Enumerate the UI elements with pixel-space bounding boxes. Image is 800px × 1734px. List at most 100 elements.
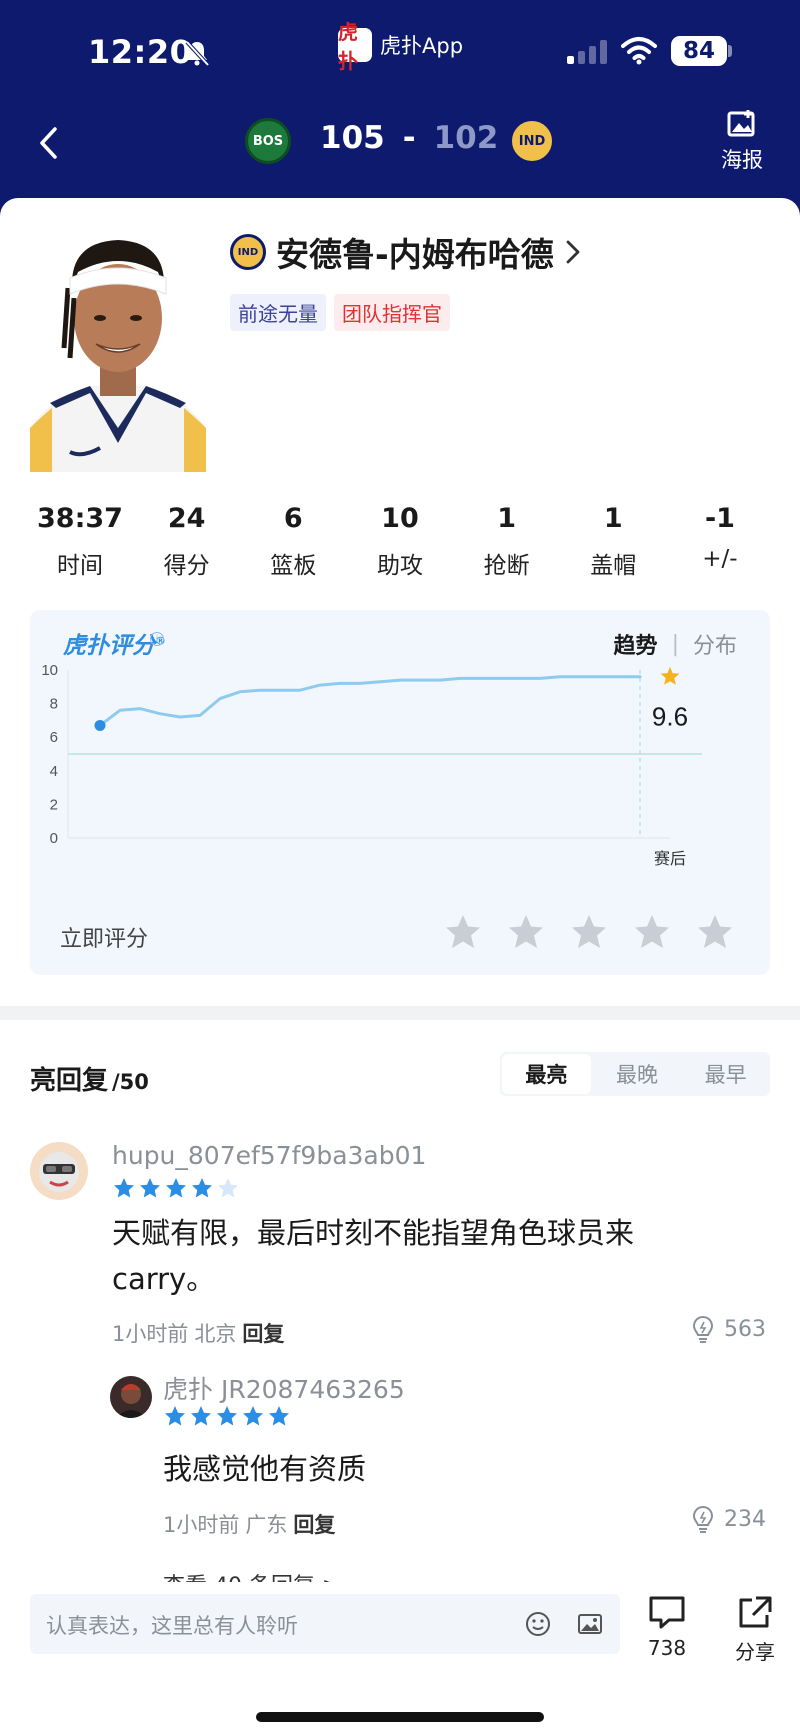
comment-meta: 1小时前 广东 回复: [163, 1509, 335, 1539]
avatar[interactable]: [30, 1142, 88, 1200]
chevron-left-icon: [40, 127, 57, 159]
stat-plus-minus: -1 +/-: [670, 503, 770, 580]
rate-star-icon[interactable]: [444, 913, 482, 951]
emoji-icon[interactable]: [524, 1610, 552, 1638]
comment-location: 广东: [245, 1513, 288, 1537]
stat-value: 1: [497, 503, 517, 534]
stat-label: 篮板: [270, 553, 317, 579]
comments-button[interactable]: 738: [640, 1594, 694, 1660]
light-count: 563: [724, 1316, 766, 1342]
highlighted-replies-header: 亮回复 /50: [30, 1060, 149, 1097]
comment-count: 738: [647, 1636, 687, 1660]
comment-text-line: carry。: [112, 1262, 216, 1296]
rating-series-line: [98, 675, 642, 727]
stat-value: 6: [283, 503, 303, 534]
final-rating-star: [660, 666, 680, 685]
avatar[interactable]: [110, 1376, 152, 1418]
stat-minutes: 38:37 时间: [30, 503, 130, 580]
star-icon: [191, 1406, 211, 1426]
star-icon: [114, 1178, 134, 1198]
rate-star-icon[interactable]: [696, 913, 734, 951]
home-indicator: [256, 1712, 544, 1722]
tab-distribution[interactable]: 分布: [693, 628, 737, 660]
app-indicator: 虎扑 虎扑App: [338, 20, 464, 73]
star-icon: [140, 1178, 160, 1198]
rate-star-icon[interactable]: [570, 913, 608, 951]
battery-tip: [728, 45, 732, 57]
comment-meta: 1小时前 北京 回复: [112, 1318, 284, 1348]
comment-bubble-icon: [649, 1596, 685, 1629]
game-header: 12:20 虎扑 虎扑App 84 BOS 105 - 102 IND 海报: [0, 0, 800, 230]
reply-button[interactable]: 回复: [242, 1318, 284, 1348]
y-tick-label: 0: [50, 830, 58, 847]
y-tick-label: 2: [50, 796, 58, 813]
poster-button[interactable]: 海报: [714, 108, 770, 174]
bottom-bar: 认真表达，这里总有人聆听 738 分享: [0, 1584, 800, 1732]
share-label: 分享: [735, 1640, 775, 1664]
stat-blocks: 1 盖帽: [563, 503, 663, 580]
stat-label: 得分: [163, 553, 210, 579]
sort-tab-earliest[interactable]: 最早: [681, 1052, 770, 1096]
poster-label: 海报: [721, 148, 763, 172]
home-team-logo[interactable]: BOS: [245, 118, 291, 164]
poster-image-icon: [727, 110, 755, 137]
stat-value: 38:37: [37, 503, 123, 534]
rating-logo-text: 虎扑评分: [63, 633, 155, 659]
stat-label: +/-: [702, 546, 738, 572]
replies-title: 亮回复: [30, 1066, 109, 1096]
rate-star-icon[interactable]: [633, 913, 671, 951]
info-icon[interactable]: i: [150, 632, 164, 646]
rate-star-icon[interactable]: [507, 913, 545, 951]
stat-label: 助攻: [376, 553, 423, 579]
reply-sort-tabs: 最亮 最晚 最早: [500, 1052, 770, 1096]
comment-rating-stars: [112, 1176, 240, 1200]
view-more-replies-link[interactable]: 查看 40 条回复 >: [163, 1568, 340, 1582]
comment-time: 1小时前: [163, 1513, 240, 1537]
comment-time: 1小时前: [112, 1322, 189, 1346]
stat-label: 抢断: [483, 553, 530, 579]
light-button[interactable]: 234: [690, 1504, 766, 1534]
final-rating-value: 9.6: [652, 702, 688, 732]
replies-count: /50: [112, 1070, 149, 1094]
home-score: 105: [320, 120, 385, 156]
rate-now-label: 立即评分: [60, 927, 149, 952]
tab-trend[interactable]: 趋势: [614, 628, 658, 660]
image-icon[interactable]: [576, 1610, 604, 1638]
back-button[interactable]: [28, 118, 68, 168]
rate-stars: [444, 913, 734, 951]
comment-text-line: 天赋有限，最后时刻不能指望角色球员来: [112, 1216, 635, 1250]
cellular-signal-icon: [567, 40, 607, 64]
away-team-logo[interactable]: IND: [509, 118, 555, 164]
app-name: 虎扑App: [380, 34, 464, 58]
player-name-link[interactable]: IND 安德鲁-内姆布哈德: [230, 228, 582, 276]
star-icon: [218, 1178, 238, 1198]
hupu-logo-icon: 虎扑: [338, 20, 372, 73]
y-tick-label: 4: [50, 763, 58, 780]
scoreboard: 105 - 102: [320, 120, 498, 156]
comment-username[interactable]: 虎扑 JR2087463265: [163, 1370, 405, 1406]
comment-location: 北京: [194, 1322, 237, 1346]
battery-level: 84: [671, 36, 727, 66]
start-point: [94, 719, 106, 731]
share-button[interactable]: 分享: [728, 1594, 782, 1665]
player-tag: 前途无量: [230, 294, 326, 331]
reply-button[interactable]: 回复: [293, 1509, 335, 1539]
y-tick-label: 10: [41, 662, 58, 679]
share-icon: [739, 1596, 772, 1628]
comment-text: 天赋有限，最后时刻不能指望角色球员来 carry。: [112, 1210, 752, 1302]
lightbulb-icon: [692, 1315, 714, 1343]
light-button[interactable]: 563: [690, 1314, 766, 1344]
light-count: 234: [724, 1506, 766, 1532]
comment-username[interactable]: hupu_807ef57f9ba3ab01: [112, 1141, 426, 1170]
toggle-separator: |: [671, 631, 679, 657]
sort-tab-brightest[interactable]: 最亮: [502, 1054, 591, 1094]
comment-input[interactable]: 认真表达，这里总有人聆听: [30, 1594, 620, 1654]
stat-value: -1: [704, 503, 735, 534]
sort-tab-latest[interactable]: 最晚: [593, 1052, 682, 1096]
player-team-badge: IND: [230, 234, 266, 270]
stat-label: 盖帽: [590, 553, 637, 579]
end-label: 赛后: [654, 849, 686, 868]
stat-value: 10: [381, 503, 419, 534]
player-tags: 前途无量 团队指挥官: [230, 294, 450, 331]
status-time: 12:20: [88, 33, 193, 71]
